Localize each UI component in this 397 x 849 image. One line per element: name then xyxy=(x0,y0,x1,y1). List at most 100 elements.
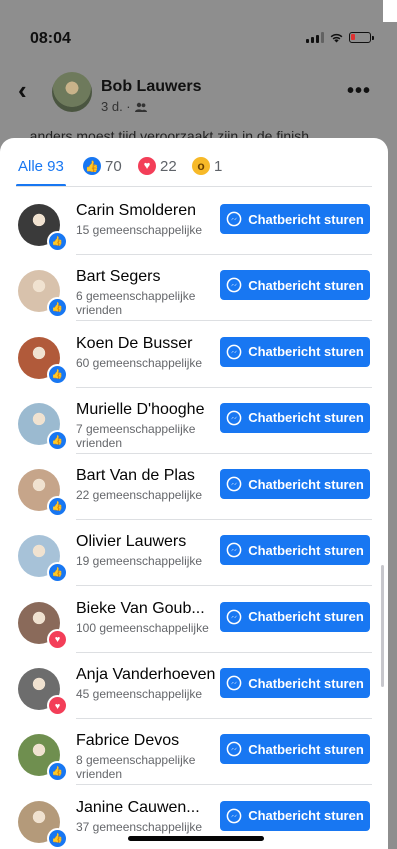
row-divider xyxy=(76,718,372,720)
messenger-icon xyxy=(226,344,242,359)
like-reaction-badge-icon: 👍 xyxy=(47,496,68,518)
person-name[interactable]: Bart Van de Plas xyxy=(76,467,218,485)
like-reaction-badge-icon: 👍 xyxy=(47,761,68,783)
status-bar: 08:04 xyxy=(0,0,397,52)
messenger-icon xyxy=(226,410,242,426)
like-icon: 👍 xyxy=(83,157,101,175)
send-message-button[interactable]: Chatbericht sturen xyxy=(220,469,370,500)
person-name[interactable]: Carin Smolderen xyxy=(76,202,218,220)
reactions-tabs: Alle 93 👍 70 ♥ 22 o 1 xyxy=(0,138,388,188)
person-name[interactable]: Olivier Lauwers xyxy=(76,533,218,551)
status-icons xyxy=(306,32,374,43)
list-item[interactable]: 👍 Murielle D'hooghe 7 gemeenschappelijke… xyxy=(0,395,388,461)
row-divider xyxy=(76,651,372,653)
send-message-button[interactable]: Chatbericht sturen xyxy=(220,204,370,234)
mutual-friends: 100 gemeenschappelijke xyxy=(76,620,209,635)
author-avatar[interactable] xyxy=(52,72,92,112)
wifi-icon xyxy=(330,33,343,43)
like-reaction-badge-icon: 👍 xyxy=(47,297,68,319)
mutual-friends: 19 gemeenschappelijke xyxy=(76,554,203,569)
messenger-icon xyxy=(226,742,242,757)
messenger-icon xyxy=(226,675,242,691)
like-reaction-badge-icon: 👍 xyxy=(47,562,68,584)
row-divider xyxy=(76,784,372,786)
tab-wow[interactable]: o 1 xyxy=(192,155,222,177)
mutual-friends: 7 gemeenschappelijke vrienden xyxy=(76,421,196,450)
person-name[interactable]: Janine Cauwen... xyxy=(76,799,218,817)
like-reaction-badge-icon: 👍 xyxy=(47,429,68,451)
tab-love-count: 22 xyxy=(160,157,177,175)
more-options-icon[interactable]: ••• xyxy=(347,80,371,103)
battery-icon xyxy=(349,32,374,43)
list-item[interactable]: 👍 Bart Segers 6 gemeenschappelijke vrien… xyxy=(0,262,388,328)
send-message-label: Chatbericht sturen xyxy=(248,277,364,293)
person-name[interactable]: Bieke Van Goub... xyxy=(76,600,218,618)
row-divider xyxy=(76,585,372,587)
post-time: 3 d. · xyxy=(101,99,131,114)
messenger-icon xyxy=(226,543,242,558)
row-divider xyxy=(76,519,372,521)
tab-all-label: Alle 93 xyxy=(18,157,64,175)
back-icon[interactable]: ‹ xyxy=(18,77,27,103)
tab-love[interactable]: ♥ 22 xyxy=(138,155,177,177)
person-name[interactable]: Koen De Busser xyxy=(76,335,218,353)
list-item[interactable]: 👍 Fabrice Devos 8 gemeenschappelijke vri… xyxy=(0,726,388,792)
send-message-label: Chatbericht sturen xyxy=(248,741,364,757)
tab-all[interactable]: Alle 93 xyxy=(18,155,64,177)
list-item[interactable]: ♥ Bieke Van Goub... 100 gemeenschappelij… xyxy=(0,594,388,660)
home-indicator[interactable] xyxy=(128,836,264,841)
messenger-icon xyxy=(226,211,242,227)
like-reaction-badge-icon: 👍 xyxy=(47,827,68,849)
send-message-label: Chatbericht sturen xyxy=(248,410,364,426)
tab-like[interactable]: 👍 70 xyxy=(83,155,122,177)
mutual-friends: 8 gemeenschappelijke vrienden xyxy=(76,753,196,782)
scrollbar[interactable] xyxy=(381,565,384,687)
person-name[interactable]: Fabrice Devos xyxy=(76,732,218,750)
row-divider xyxy=(76,320,372,322)
signal-icon xyxy=(306,32,324,43)
send-message-button[interactable]: Chatbericht sturen xyxy=(220,601,370,632)
send-message-button[interactable]: Chatbericht sturen xyxy=(220,668,370,699)
mutual-friends: 22 gemeenschappelijke xyxy=(76,488,203,503)
mutual-friends: 6 gemeenschappelijke vrienden xyxy=(76,289,196,318)
love-reaction-badge-icon: ♥ xyxy=(47,628,68,650)
like-reaction-badge-icon: 👍 xyxy=(47,363,68,385)
send-message-label: Chatbericht sturen xyxy=(248,211,364,227)
send-message-label: Chatbericht sturen xyxy=(248,476,364,492)
screen-edge xyxy=(383,0,397,22)
send-message-button[interactable]: Chatbericht sturen xyxy=(220,336,370,367)
row-divider xyxy=(76,452,372,454)
row-divider xyxy=(76,254,372,255)
person-name[interactable]: Anja Vanderhoeven xyxy=(76,666,218,684)
list-item[interactable]: ♥ Anja Vanderhoeven 45 gemeenschappelijk… xyxy=(0,660,388,726)
messenger-icon xyxy=(226,808,242,824)
person-name[interactable]: Bart Segers xyxy=(76,268,218,286)
friends-audience-icon xyxy=(134,102,147,112)
send-message-label: Chatbericht sturen xyxy=(248,675,364,691)
reactions-sheet: Alle 93 👍 70 ♥ 22 o 1 👍 Carin Smolderen … xyxy=(0,138,388,849)
send-message-button[interactable]: Chatbericht sturen xyxy=(220,270,370,301)
list-item[interactable]: 👍 Olivier Lauwers 19 gemeenschappelijke … xyxy=(0,527,388,593)
list-item[interactable]: 👍 Koen De Busser 60 gemeenschappelijke C… xyxy=(0,329,388,395)
send-message-button[interactable]: Chatbericht sturen xyxy=(220,402,370,433)
tabs-divider xyxy=(16,186,372,187)
tab-like-count: 70 xyxy=(105,157,122,175)
send-message-label: Chatbericht sturen xyxy=(248,542,364,558)
mutual-friends: 45 gemeenschappelijke xyxy=(76,687,203,702)
send-message-button[interactable]: Chatbericht sturen xyxy=(220,535,370,566)
send-message-button[interactable]: Chatbericht sturen xyxy=(220,734,370,765)
author-name[interactable]: Bob Lauwers xyxy=(101,78,201,96)
status-time: 08:04 xyxy=(30,30,71,47)
messenger-icon xyxy=(226,277,242,293)
mutual-friends: 60 gemeenschappelijke xyxy=(76,355,203,370)
list-item[interactable]: 👍 Bart Van de Plas 22 gemeenschappelijke… xyxy=(0,461,388,527)
person-name[interactable]: Murielle D'hooghe xyxy=(76,401,218,419)
send-message-button[interactable]: Chatbericht sturen xyxy=(220,800,370,831)
post-header: ‹ Bob Lauwers 3 d. · ••• xyxy=(0,66,397,118)
wow-icon: o xyxy=(192,157,210,175)
love-reaction-badge-icon: ♥ xyxy=(47,695,68,717)
post-meta: 3 d. · xyxy=(101,99,147,114)
send-message-label: Chatbericht sturen xyxy=(248,609,364,625)
row-divider xyxy=(76,386,372,388)
list-item[interactable]: 👍 Carin Smolderen 15 gemeenschappelijke … xyxy=(0,196,388,262)
